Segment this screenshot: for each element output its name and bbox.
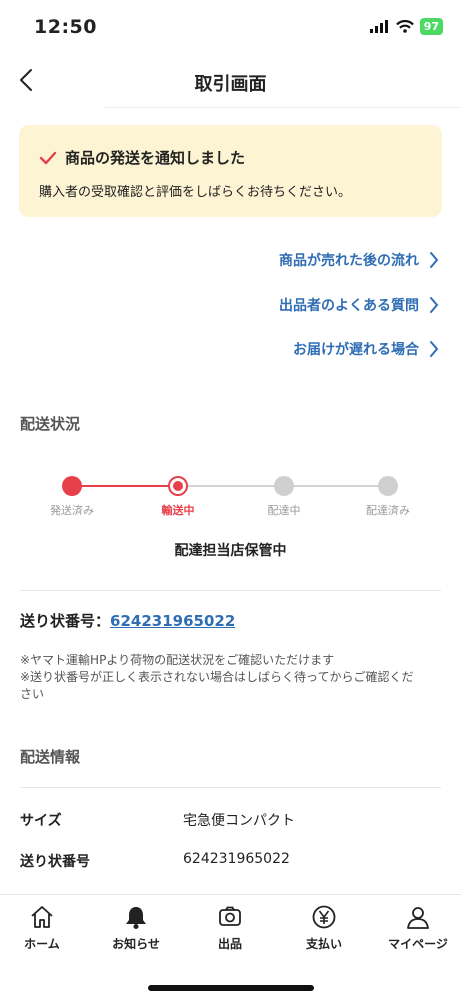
tab-mypage[interactable]: マイページ	[372, 903, 461, 955]
tab-label: マイページ	[388, 937, 448, 951]
chevron-right-icon	[430, 341, 439, 357]
home-icon	[28, 903, 56, 931]
link-label: 出品者のよくある質問	[279, 298, 419, 314]
camera-icon	[216, 903, 244, 931]
divider	[20, 590, 441, 591]
link-seller-faq[interactable]: 出品者のよくある質問	[279, 290, 439, 320]
tab-notifications[interactable]: お知らせ	[90, 903, 182, 955]
step-dot-delivered	[378, 476, 398, 496]
step-dot-in-transit	[168, 476, 188, 496]
step-line-done	[72, 485, 178, 487]
step-label-out-for-delivery: 配達中	[267, 504, 301, 517]
page-title: 取引画面	[194, 74, 267, 95]
bell-icon	[122, 903, 150, 931]
tab-bar: ホーム お知らせ 出品 支払い マイページ	[0, 894, 461, 999]
shipping-status-title: 配送状況	[20, 415, 81, 433]
tracking-note: ※ヤマト運輸HPより荷物の配送状況をご確認いただけます	[20, 653, 335, 667]
size-label: サイズ	[20, 813, 62, 829]
person-icon	[404, 903, 432, 931]
tab-payment[interactable]: 支払い	[278, 903, 370, 955]
link-label: 商品が売れた後の流れ	[279, 253, 419, 269]
chevron-right-icon	[430, 297, 439, 313]
notice-title-row: 商品の発送を通知しました	[39, 147, 245, 168]
tab-label: 支払い	[305, 937, 342, 951]
link-after-sale-flow[interactable]: 商品が売れた後の流れ	[279, 245, 439, 275]
step-label-in-transit: 輸送中	[161, 504, 195, 517]
yen-icon	[310, 903, 338, 931]
step-dot-shipped	[62, 476, 82, 496]
tracking-number-value: 624231965022	[183, 851, 290, 867]
tracking-label: 送り状番号：	[20, 612, 111, 630]
shipping-stepper: 発送済み 輸送中 配達中 配達済み	[0, 470, 461, 520]
tab-label: 出品	[217, 937, 242, 951]
chevron-right-icon	[430, 252, 439, 268]
status-icons: 97	[369, 18, 443, 35]
step-label-shipped: 発送済み	[50, 504, 94, 517]
tab-home[interactable]: ホーム	[0, 903, 88, 955]
status-bar: 12:50 97	[0, 0, 461, 56]
tracking-note: ※送り状番号が正しく表示されない場合はしばらく待ってからご確認ください	[20, 670, 414, 701]
notice-body: 購入者の受取確認と評価をしばらくお待ちください。	[39, 185, 352, 200]
link-delivery-delay[interactable]: お届けが遅れる場合	[293, 334, 439, 364]
status-time: 12:50	[34, 16, 97, 38]
link-label: お届けが遅れる場合	[293, 342, 419, 358]
tab-sell[interactable]: 出品	[184, 903, 276, 955]
nav-header: 取引画面	[0, 56, 461, 108]
signal-icon	[369, 20, 388, 33]
size-value: 宅急便コンパクト	[183, 813, 295, 829]
wifi-icon	[395, 20, 414, 33]
header-divider	[105, 107, 461, 108]
divider	[20, 787, 441, 788]
shipping-notice: 商品の発送を通知しました 購入者の受取確認と評価をしばらくお待ちください。	[19, 125, 442, 217]
shipping-info-title: 配送情報	[20, 748, 81, 766]
tab-label: ホーム	[24, 937, 60, 951]
step-label-delivered: 配達済み	[366, 504, 410, 517]
tracking-number-label: 送り状番号	[20, 854, 90, 870]
step-dot-out-for-delivery	[274, 476, 294, 496]
tracking-row: 送り状番号：624231965022	[20, 610, 235, 631]
tracking-number-link[interactable]: 624231965022	[110, 612, 235, 630]
tab-label: お知らせ	[112, 937, 160, 951]
delivery-status-text: 配達担当店保管中	[174, 543, 287, 559]
notice-title: 商品の発送を通知しました	[65, 149, 246, 167]
battery-indicator: 97	[419, 18, 443, 35]
check-icon	[39, 151, 57, 164]
home-indicator	[148, 985, 314, 991]
